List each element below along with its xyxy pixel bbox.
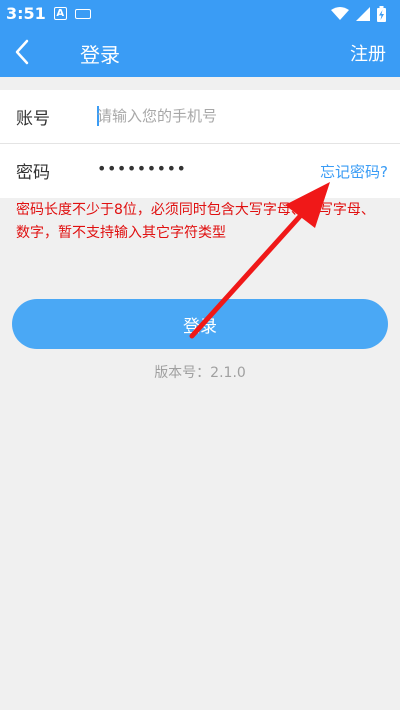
- account-row: 账号: [0, 90, 400, 144]
- app-bar: 登录 注册: [0, 27, 400, 77]
- account-label: 账号: [16, 109, 50, 129]
- register-button[interactable]: 注册: [350, 40, 386, 66]
- notification-a-icon: A: [53, 7, 67, 20]
- wifi-icon: [331, 6, 349, 20]
- password-row: 密码 ••••••••• 忘记密码?: [0, 144, 400, 197]
- back-button[interactable]: [10, 38, 38, 66]
- password-label: 密码: [16, 163, 50, 183]
- status-icons: [331, 5, 386, 22]
- login-form: 账号 密码 ••••••••• 忘记密码?: [0, 90, 400, 198]
- back-arrow-icon: [15, 39, 29, 65]
- status-time: 3:51: [6, 4, 46, 23]
- version-text: 版本号：2.1.0: [154, 365, 246, 381]
- page-title: 登录: [80, 43, 120, 67]
- login-button[interactable]: 登录: [12, 299, 388, 349]
- forgot-password-link[interactable]: 忘记密码?: [320, 161, 388, 182]
- password-input[interactable]: •••••••••: [97, 159, 186, 178]
- password-hint: 密码长度不少于8位，必须同时包含大写字母、小写字母、数字，暂不支持输入其它字符类…: [16, 202, 375, 241]
- keyboard-icon: [74, 8, 91, 19]
- account-input[interactable]: [97, 100, 377, 132]
- battery-charging-icon: [377, 5, 386, 22]
- status-bar: 3:51 A: [0, 0, 400, 27]
- signal-icon: [356, 6, 370, 21]
